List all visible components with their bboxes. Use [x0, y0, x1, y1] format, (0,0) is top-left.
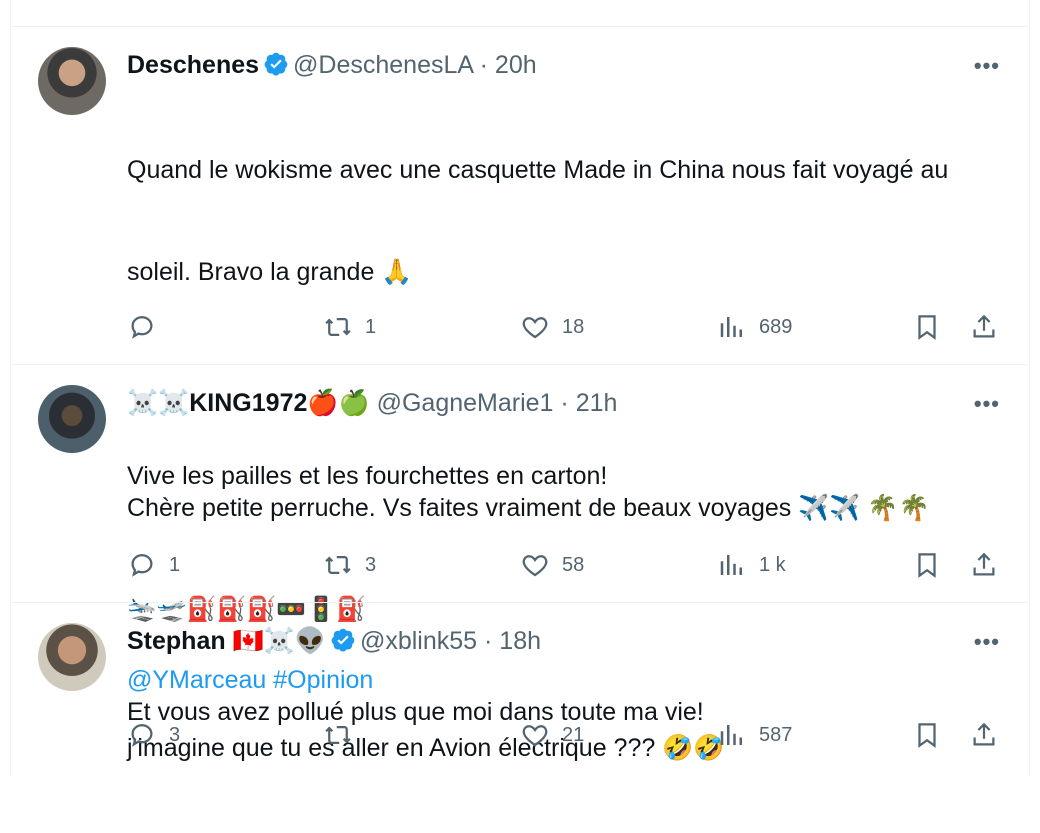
bookmark-icon: [918, 553, 936, 578]
handle[interactable]: @DeschenesLA: [293, 51, 473, 79]
bookmark-button[interactable]: [912, 715, 942, 755]
retweet-button[interactable]: 1: [323, 307, 376, 347]
share-icon: [973, 314, 995, 338]
reply-count: 3: [169, 723, 181, 746]
share-button[interactable]: [969, 715, 999, 755]
views-button[interactable]: 689: [717, 307, 792, 347]
share-icon: [973, 722, 995, 746]
retweet-button[interactable]: [323, 715, 365, 755]
bookmark-icon: [918, 315, 936, 340]
retweet-icon: [325, 556, 351, 574]
handle[interactable]: @xblink55: [360, 627, 477, 655]
timestamp[interactable]: 18h: [499, 627, 541, 655]
retweet-count: 1: [365, 315, 377, 338]
retweet-icon: [325, 726, 351, 744]
heart-icon: [522, 725, 548, 747]
views-icon: [720, 725, 742, 745]
like-button[interactable]: 21: [520, 715, 584, 755]
like-count: 21: [562, 723, 585, 746]
tweet-header: ☠️☠️KING1972🍎🍏 @GagneMarie1 · 21h: [127, 387, 617, 419]
display-name[interactable]: Deschenes: [127, 51, 259, 79]
handle[interactable]: @GagneMarie1: [377, 389, 554, 417]
views-count: 689: [759, 315, 793, 338]
reply-button[interactable]: 3: [127, 715, 180, 755]
display-name[interactable]: ☠️☠️KING1972🍎🍏: [127, 389, 370, 417]
views-button[interactable]: 587: [717, 715, 792, 755]
reply-button[interactable]: [127, 307, 169, 347]
heart-icon: [522, 317, 548, 339]
reply-count: 1: [169, 553, 181, 576]
tweet-text-line: soleil. Bravo la grande 🙏: [127, 258, 413, 286]
avatar[interactable]: [38, 623, 106, 691]
share-button[interactable]: [969, 545, 999, 585]
avatar[interactable]: [38, 385, 106, 453]
tweet-header: Stephan 🇨🇦☠️👽 @xblink55 · 18h: [127, 625, 541, 657]
views-button[interactable]: 1 k: [717, 545, 786, 585]
verified-badge-icon: [264, 52, 288, 76]
action-bar: 1 18 689: [127, 307, 1008, 347]
like-button[interactable]: 58: [520, 545, 584, 585]
share-icon: [973, 552, 995, 576]
tweet[interactable]: ☠️☠️KING1972🍎🍏 @GagneMarie1 · 21h ••• Ch…: [10, 364, 1028, 726]
like-count: 18: [562, 315, 585, 338]
retweet-icon: [325, 318, 351, 336]
tweet[interactable]: Stephan 🇨🇦☠️👽 @xblink55 · 18h ••• j'imagi…: [10, 602, 1028, 776]
views-icon: [720, 555, 742, 575]
tweet-text-line: Quand le wokisme avec une casquette Made…: [127, 156, 949, 184]
like-button[interactable]: 18: [520, 307, 584, 347]
avatar[interactable]: [38, 47, 106, 115]
timestamp[interactable]: 21h: [576, 389, 618, 417]
reply-icon: [131, 724, 153, 747]
tweet-text-line: Chère petite perruche. Vs faites vraimen…: [127, 494, 930, 522]
like-count: 58: [562, 553, 585, 576]
tweet[interactable]: Deschenes @DeschenesLA · 20h ••• Quand le…: [10, 26, 1028, 694]
more-options-icon[interactable]: •••: [974, 53, 1000, 79]
action-bar: 3 21 587: [127, 715, 1008, 755]
tweet-header: Deschenes @DeschenesLA · 20h: [127, 49, 537, 81]
bookmark-button[interactable]: [912, 307, 942, 347]
heart-icon: [522, 555, 548, 577]
bookmark-button[interactable]: [912, 545, 942, 585]
views-icon: [720, 317, 742, 337]
more-options-icon[interactable]: •••: [974, 391, 1000, 417]
more-options-icon[interactable]: •••: [974, 629, 1000, 655]
reply-icon: [131, 316, 153, 339]
share-button[interactable]: [969, 307, 999, 347]
views-count: 587: [759, 723, 793, 746]
timestamp[interactable]: 20h: [495, 51, 537, 79]
display-name[interactable]: Stephan 🇨🇦☠️👽: [127, 627, 326, 655]
reply-icon: [131, 554, 153, 577]
reply-button[interactable]: 1: [127, 545, 180, 585]
retweet-button[interactable]: 3: [323, 545, 376, 585]
bookmark-icon: [918, 723, 936, 748]
verified-badge-icon: [331, 628, 355, 652]
views-count: 1 k: [759, 553, 786, 576]
retweet-count: 3: [365, 553, 377, 576]
separator: ·: [479, 51, 488, 79]
separator: ·: [560, 389, 569, 417]
action-bar: 1 3 58 1 k: [127, 545, 1008, 585]
separator: ·: [484, 627, 493, 655]
